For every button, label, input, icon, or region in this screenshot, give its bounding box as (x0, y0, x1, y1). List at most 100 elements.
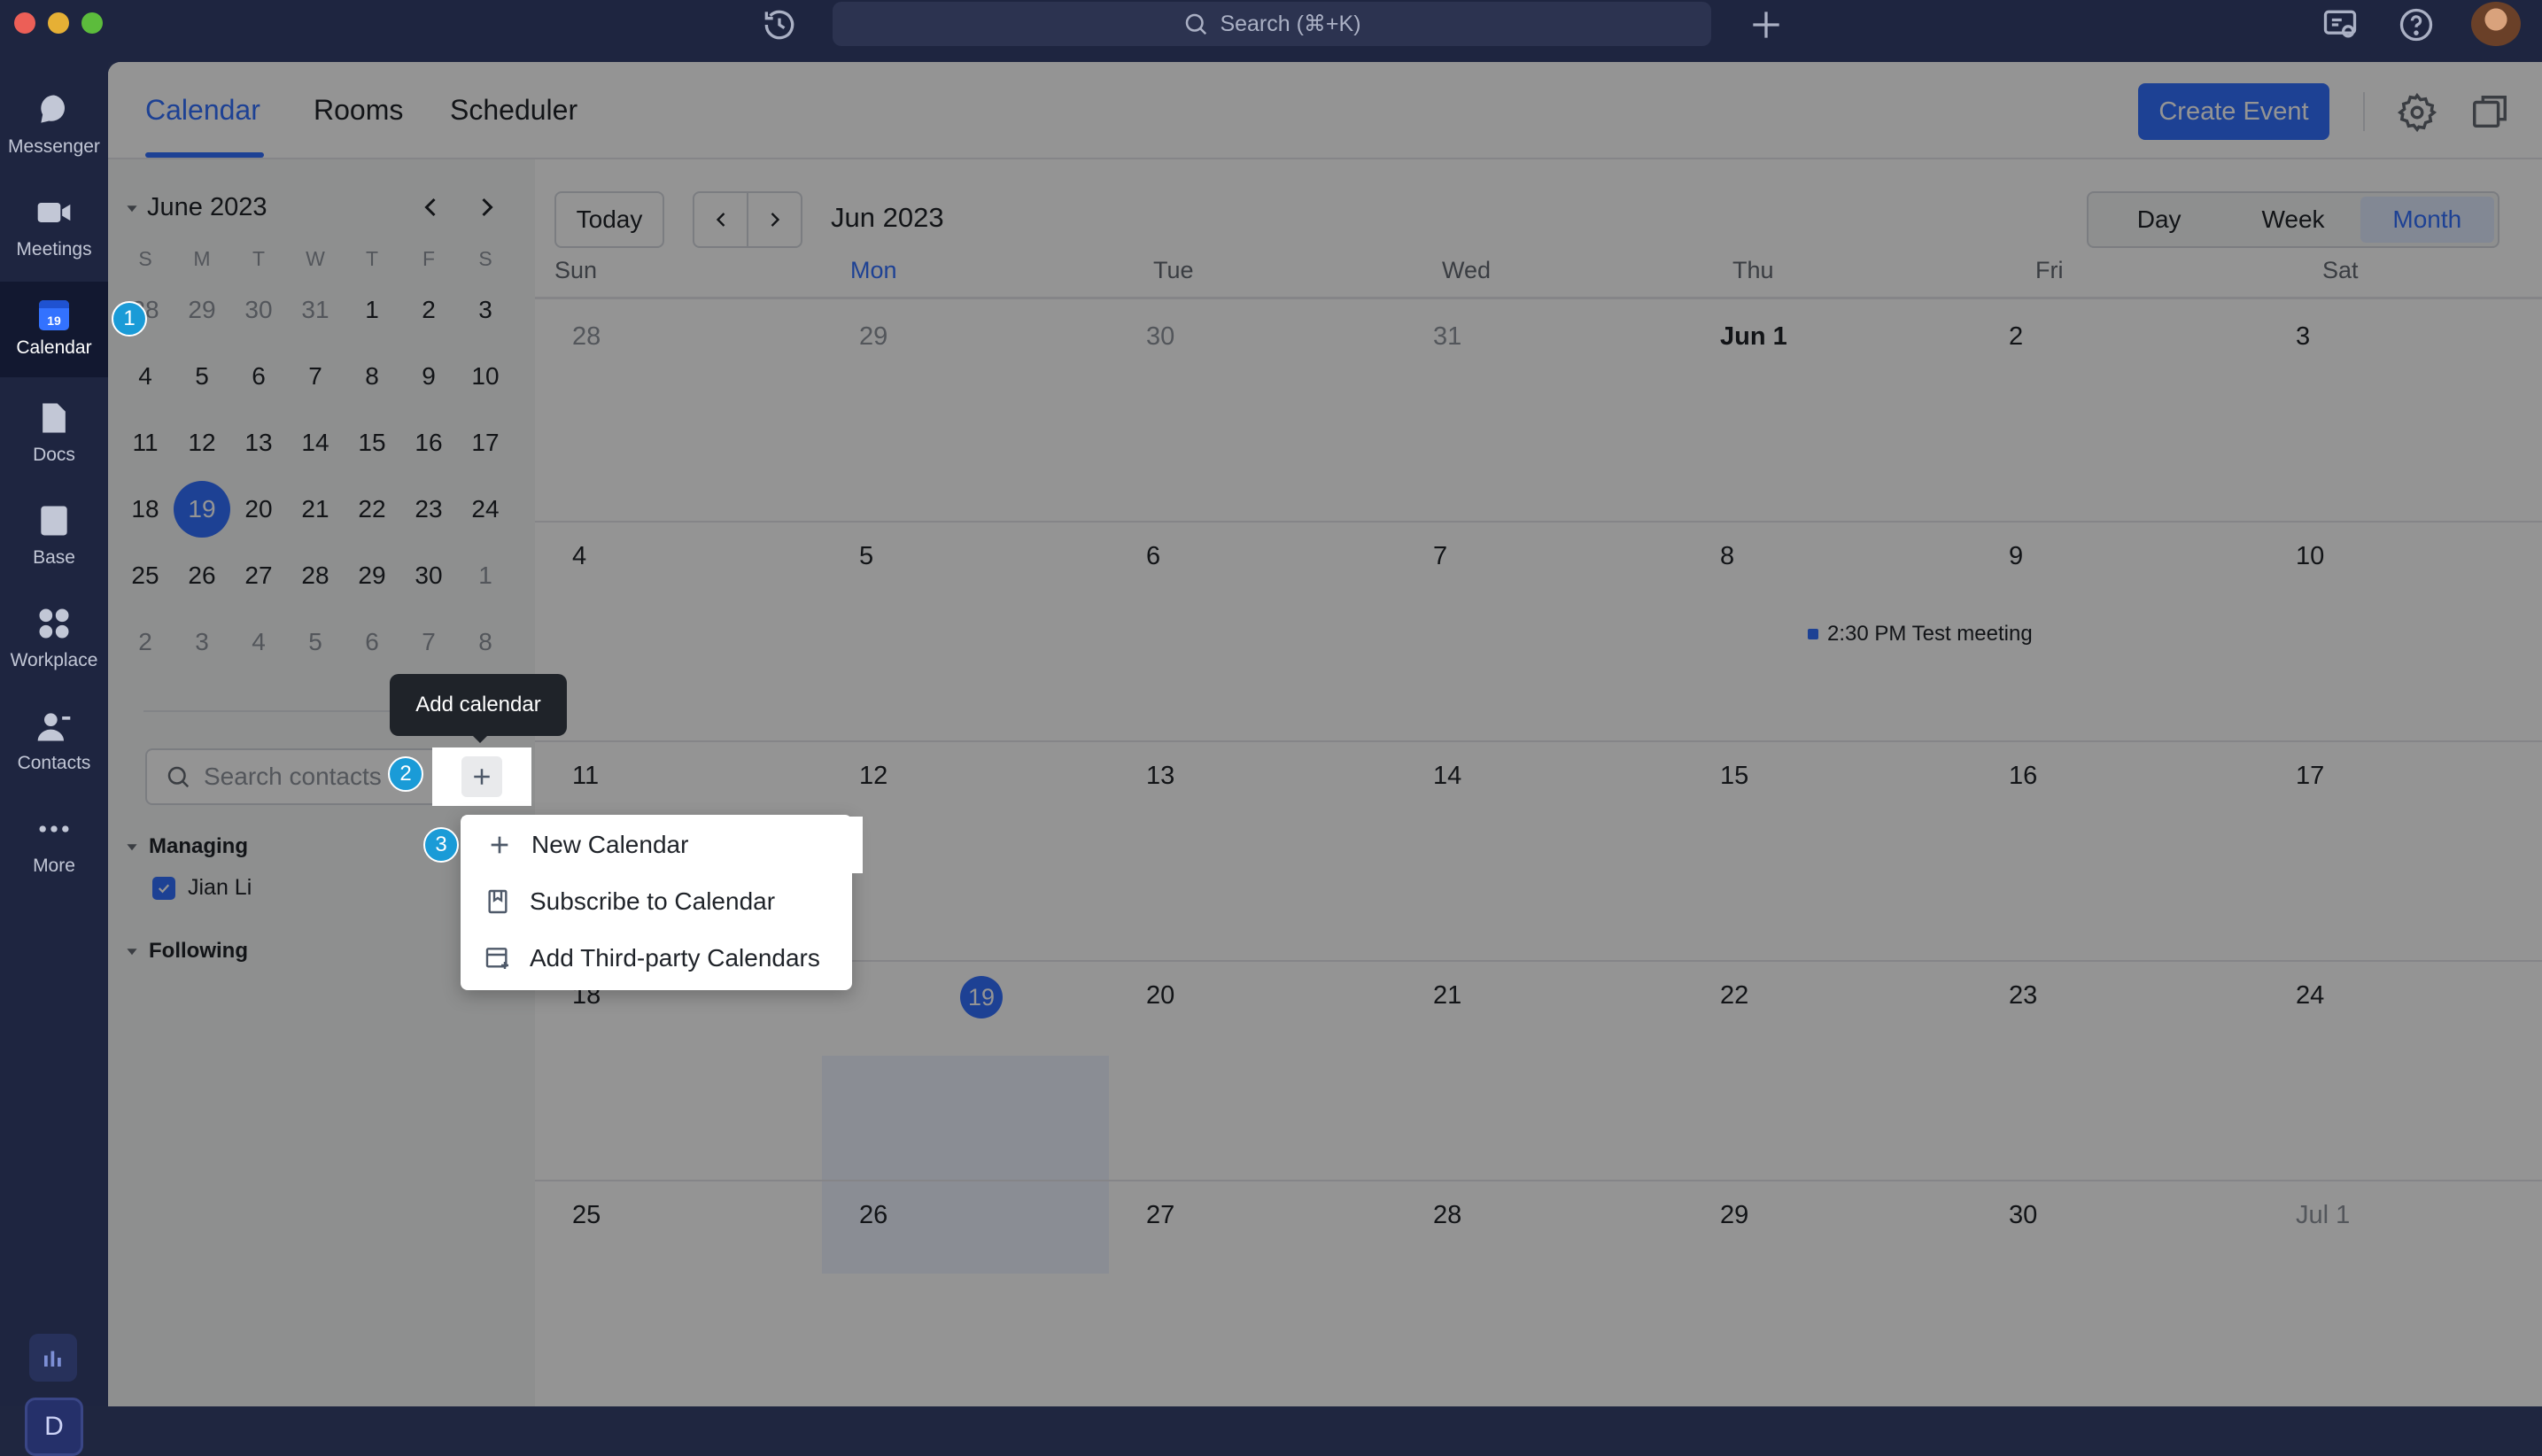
mini-day[interactable]: 4 (117, 343, 174, 409)
mini-day[interactable]: 31 (287, 276, 344, 343)
day-number[interactable]: 15 (1720, 762, 1748, 791)
mini-day[interactable]: 12 (174, 409, 230, 476)
mini-day[interactable]: 7 (287, 343, 344, 409)
day-number[interactable]: 30 (2009, 1201, 2037, 1230)
mini-day[interactable]: 5 (287, 608, 344, 675)
mini-day[interactable]: 24 (457, 476, 514, 542)
mini-day[interactable]: 9 (400, 343, 457, 409)
rail-item-docs[interactable]: Docs (0, 384, 108, 480)
tab-scheduler[interactable]: Scheduler (450, 94, 577, 127)
mini-day[interactable]: 20 (230, 476, 287, 542)
day-number[interactable]: Jul 1 (2296, 1201, 2350, 1230)
day-number[interactable]: 8 (1720, 542, 1734, 571)
day-number[interactable]: 12 (859, 762, 887, 791)
feedback-icon[interactable] (2321, 5, 2360, 44)
mini-day[interactable]: 11 (117, 409, 174, 476)
following-section-header[interactable]: Following (126, 939, 248, 964)
menu-item-new-calendar[interactable]: New Calendar (462, 817, 863, 873)
day-number[interactable]: 14 (1433, 762, 1461, 791)
mini-day[interactable]: 2 (117, 608, 174, 675)
mini-day[interactable]: 14 (287, 409, 344, 476)
avatar[interactable] (2471, 2, 2521, 46)
day-number[interactable]: 21 (1433, 981, 1461, 1011)
today-day-number[interactable]: 19 (960, 976, 1003, 1018)
event-chip[interactable]: 2:30 PM Test meeting (1808, 622, 2033, 647)
day-number[interactable]: 23 (2009, 981, 2037, 1011)
mini-day[interactable]: 29 (174, 276, 230, 343)
today-button[interactable]: Today (554, 191, 664, 248)
help-icon[interactable] (2397, 5, 2436, 44)
day-number[interactable]: 9 (2009, 542, 2023, 571)
next-period-button[interactable] (747, 193, 801, 246)
tab-rooms[interactable]: Rooms (314, 94, 403, 127)
day-number[interactable]: 5 (859, 542, 873, 571)
day-number[interactable]: 26 (859, 1201, 887, 1230)
prev-period-button[interactable] (694, 193, 747, 246)
global-search-bar[interactable]: Search (⌘+K) (833, 2, 1711, 46)
mini-day[interactable]: 6 (344, 608, 400, 675)
day-number[interactable]: 7 (1433, 542, 1447, 571)
day-number[interactable]: 25 (572, 1201, 601, 1230)
day-number[interactable]: 2 (2009, 322, 2023, 352)
mini-day[interactable]: 10 (457, 343, 514, 409)
day-number[interactable]: Jun 1 (1720, 322, 1787, 352)
mini-day[interactable]: 26 (174, 542, 230, 608)
mini-day[interactable]: 27 (230, 542, 287, 608)
day-number[interactable]: 13 (1146, 762, 1174, 791)
zoom-window-button[interactable] (81, 12, 103, 34)
view-month-button[interactable]: Month (2360, 197, 2494, 243)
rail-item-contacts[interactable]: Contacts (0, 693, 108, 788)
mini-day[interactable]: 30 (400, 542, 457, 608)
mini-day[interactable]: 23 (400, 476, 457, 542)
day-number[interactable]: 28 (1433, 1201, 1461, 1230)
mini-day[interactable]: 1 (457, 542, 514, 608)
mini-day[interactable]: 16 (400, 409, 457, 476)
mini-day-today[interactable]: 19 (174, 476, 230, 542)
checkbox-checked-icon[interactable] (152, 876, 175, 900)
mini-day[interactable]: 29 (344, 542, 400, 608)
day-number[interactable]: 10 (2296, 542, 2324, 571)
rail-item-messenger[interactable]: Messenger (0, 76, 108, 172)
view-day-button[interactable]: Day (2092, 197, 2226, 243)
add-calendar-button[interactable] (432, 747, 531, 806)
mini-day[interactable]: 8 (457, 608, 514, 675)
mini-day[interactable]: 3 (174, 608, 230, 675)
view-week-button[interactable]: Week (2226, 197, 2360, 243)
settings-icon[interactable] (2397, 92, 2437, 133)
create-event-button[interactable]: Create Event (2138, 83, 2329, 140)
mini-day[interactable]: 3 (457, 276, 514, 343)
rail-item-base[interactable]: Base (0, 487, 108, 583)
mini-day[interactable]: 8 (344, 343, 400, 409)
day-number[interactable]: 17 (2296, 762, 2324, 791)
chevron-right-icon[interactable] (471, 191, 503, 223)
day-number[interactable]: 20 (1146, 981, 1174, 1011)
mini-day[interactable]: 21 (287, 476, 344, 542)
mini-day[interactable]: 25 (117, 542, 174, 608)
day-number[interactable]: 27 (1146, 1201, 1174, 1230)
mini-day[interactable]: 1 (344, 276, 400, 343)
mini-calendar-header[interactable]: June 2023 (126, 193, 267, 222)
rail-item-more[interactable]: More (0, 795, 108, 891)
history-icon[interactable] (760, 5, 799, 44)
day-number[interactable]: 31 (1433, 322, 1461, 352)
day-number[interactable]: 29 (1720, 1201, 1748, 1230)
mini-day[interactable]: 6 (230, 343, 287, 409)
day-number[interactable]: 22 (1720, 981, 1748, 1011)
day-number[interactable]: 28 (572, 322, 601, 352)
mini-day[interactable]: 2 (400, 276, 457, 343)
calendar-item-jian-li[interactable]: Jian Li (152, 875, 252, 901)
open-window-icon[interactable] (2469, 92, 2510, 133)
day-number[interactable]: 4 (572, 542, 586, 571)
rail-item-calendar[interactable]: 19 Calendar (0, 282, 108, 377)
minimize-window-button[interactable] (48, 12, 69, 34)
day-number[interactable]: 3 (2296, 322, 2310, 352)
rail-item-workplace[interactable]: Workplace (0, 590, 108, 685)
mini-day[interactable]: 17 (457, 409, 514, 476)
mini-day[interactable]: 22 (344, 476, 400, 542)
close-window-button[interactable] (14, 12, 35, 34)
mini-day[interactable]: 15 (344, 409, 400, 476)
day-number[interactable]: 24 (2296, 981, 2324, 1011)
day-number[interactable]: 16 (2009, 762, 2037, 791)
mini-day[interactable]: 4 (230, 608, 287, 675)
rail-item-meetings[interactable]: Meetings (0, 179, 108, 275)
